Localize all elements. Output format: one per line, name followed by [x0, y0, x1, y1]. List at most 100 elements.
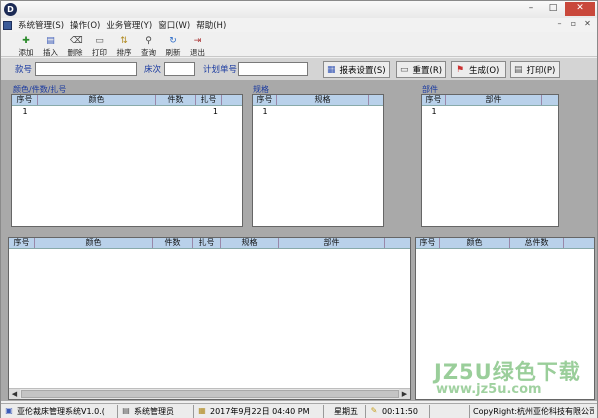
cell-part [446, 106, 542, 117]
status-user-text: 系统管理员 [134, 406, 174, 416]
size-col-size[interactable]: 规格 [277, 95, 369, 105]
doc-minimize-button[interactable]: – [554, 19, 565, 30]
app-logo-icon: D [4, 3, 17, 16]
sort-button[interactable]: ⇅ 排序 [112, 33, 136, 57]
table-row[interactable]: 1 [253, 106, 383, 117]
calendar-icon: ▦ [198, 406, 206, 415]
print-icon: ▭ [95, 36, 104, 46]
summary-col-color[interactable]: 颜色 [440, 238, 510, 248]
status-user: ▤ 系统管理员 [118, 404, 194, 418]
color-grid-header: 序号 颜色 件数 扎号 [12, 95, 242, 106]
part-col-index[interactable]: 序号 [422, 95, 446, 105]
search-button[interactable]: ⚲ 查询 [137, 33, 161, 57]
size-col-index[interactable]: 序号 [253, 95, 277, 105]
part-col-part[interactable]: 部件 [446, 95, 542, 105]
summary-grid[interactable]: 序号 颜色 总件数 [415, 237, 595, 400]
status-bar: ▣ 亚伦裁床管理系统V1.0.( ▤ 系统管理员 ▦ 2017年9月22日 04… [1, 403, 597, 418]
bed-number-input[interactable] [164, 62, 195, 76]
insert-button[interactable]: ▤ 插入 [39, 33, 63, 57]
menu-operation[interactable]: 操作(O) [67, 19, 103, 31]
status-datetime-text: 2017年9月22日 04:40 PM [210, 406, 310, 416]
cell-index: 1 [22, 107, 28, 116]
print-button-label: 打印 [92, 48, 107, 57]
scroll-thumb[interactable] [21, 390, 399, 398]
style-number-input[interactable] [35, 62, 137, 76]
style-number-label: 款号 [15, 65, 33, 75]
summary-grid-header: 序号 颜色 总件数 [416, 238, 594, 249]
result-grid-header: 序号 颜色 件数 扎号 规格 部件 [9, 238, 410, 249]
doc-close-button[interactable]: ✕ [582, 19, 593, 30]
cell-index: 1 [431, 107, 437, 116]
cell-index: 1 [262, 107, 268, 116]
add-button[interactable]: ✚ 添加 [14, 33, 38, 57]
table-row[interactable]: 1 [422, 106, 558, 117]
color-col-bundle[interactable]: 扎号 [196, 95, 222, 105]
generate-label: 生成(O) [469, 65, 500, 76]
add-icon: ✚ [22, 36, 30, 46]
title-bar: D – □ ✕ [1, 1, 597, 18]
status-time-text: 00:11:50 [382, 406, 418, 416]
menu-system[interactable]: 系统管理(S) [15, 19, 67, 31]
reset-label: 重置(R) [412, 65, 443, 76]
table-row[interactable]: 1 1 [12, 106, 242, 117]
color-col-index[interactable]: 序号 [12, 95, 38, 105]
delete-button[interactable]: ⌫ 删除 [63, 33, 87, 57]
insert-icon: ▤ [46, 36, 55, 46]
menu-window[interactable]: 窗口(W) [155, 19, 193, 31]
size-grid[interactable]: 序号 规格 1 [252, 94, 384, 227]
part-grid[interactable]: 序号 部件 1 [421, 94, 559, 227]
scroll-left-icon[interactable]: ◀ [9, 389, 20, 399]
menu-business[interactable]: 业务管理(Y) [103, 19, 155, 31]
report-settings-icon: ▦ [327, 64, 336, 75]
part-grid-header: 序号 部件 [422, 95, 558, 106]
status-datetime: ▦ 2017年9月22日 04:40 PM [194, 404, 324, 418]
menu-bar: 系统管理(S) 操作(O) 业务管理(Y) 窗口(W) 帮助(H) – ▫ ✕ [1, 18, 597, 32]
color-grid[interactable]: 序号 颜色 件数 扎号 1 1 [11, 94, 243, 227]
refresh-button-label: 刷新 [165, 48, 181, 57]
print-action-button[interactable]: ▤ 打印(P) [510, 61, 560, 78]
color-col-count[interactable]: 件数 [156, 95, 196, 105]
toolbar: ✚ 添加 ▤ 插入 ⌫ 删除 ▭ 打印 ⇅ 排序 ⚲ 查询 ↻ 刷新 ⇥ 退出 [1, 33, 597, 57]
plan-number-label: 计划单号 [203, 65, 238, 75]
minimize-button[interactable]: – [521, 2, 541, 16]
result-col-count[interactable]: 件数 [153, 238, 193, 248]
status-spacer [430, 404, 470, 418]
delete-icon: ⌫ [70, 36, 83, 46]
print-action-label: 打印(P) [526, 65, 556, 76]
query-criteria-bar: 款号 床次 计划单号 ▦ 报表设置(S) ▭ 重置(R) ⚑ 生成(O) ▤ 打… [1, 58, 597, 80]
exit-button[interactable]: ⇥ 退出 [186, 33, 210, 57]
generate-button[interactable]: ⚑ 生成(O) [451, 61, 506, 78]
application-window: D – □ ✕ 系统管理(S) 操作(O) 业务管理(Y) 窗口(W) 帮助(H… [0, 0, 598, 418]
search-button-label: 查询 [141, 48, 156, 57]
generate-icon: ⚑ [455, 64, 465, 75]
report-settings-button[interactable]: ▦ 报表设置(S) [323, 61, 390, 78]
lower-work-area: 序号 颜色 件数 扎号 规格 部件 ◀ ▶ 序号 颜色 总件数 [1, 235, 597, 401]
reset-button[interactable]: ▭ 重置(R) [396, 61, 446, 78]
summary-col-total[interactable]: 总件数 [510, 238, 564, 248]
close-button[interactable]: ✕ [565, 2, 595, 16]
window-controls: – □ ✕ [521, 2, 595, 16]
refresh-button[interactable]: ↻ 刷新 [161, 33, 185, 57]
result-col-part[interactable]: 部件 [279, 238, 385, 248]
result-col-index[interactable]: 序号 [9, 238, 35, 248]
horizontal-scrollbar[interactable]: ◀ ▶ [9, 388, 410, 399]
report-settings-label: 报表设置(S) [339, 65, 386, 76]
scroll-right-icon[interactable]: ▶ [399, 389, 410, 399]
result-col-bundle[interactable]: 扎号 [193, 238, 221, 248]
doc-restore-button[interactable]: ▫ [568, 19, 579, 30]
plan-number-input[interactable] [238, 62, 308, 76]
add-button-label: 添加 [18, 48, 34, 57]
cell-bundle: 1 [212, 107, 218, 116]
refresh-icon: ↻ [169, 36, 177, 46]
color-col-color[interactable]: 颜色 [38, 95, 156, 105]
menu-help[interactable]: 帮助(H) [193, 19, 229, 31]
result-col-color[interactable]: 颜色 [35, 238, 153, 248]
document-window-icon[interactable] [3, 20, 12, 30]
exit-icon: ⇥ [193, 36, 202, 46]
result-grid[interactable]: 序号 颜色 件数 扎号 规格 部件 ◀ ▶ [8, 237, 411, 400]
result-col-size[interactable]: 规格 [221, 238, 279, 248]
maximize-button[interactable]: □ [543, 2, 563, 16]
exit-button-label: 退出 [190, 48, 205, 57]
summary-col-index[interactable]: 序号 [416, 238, 440, 248]
print-button[interactable]: ▭ 打印 [88, 33, 112, 57]
